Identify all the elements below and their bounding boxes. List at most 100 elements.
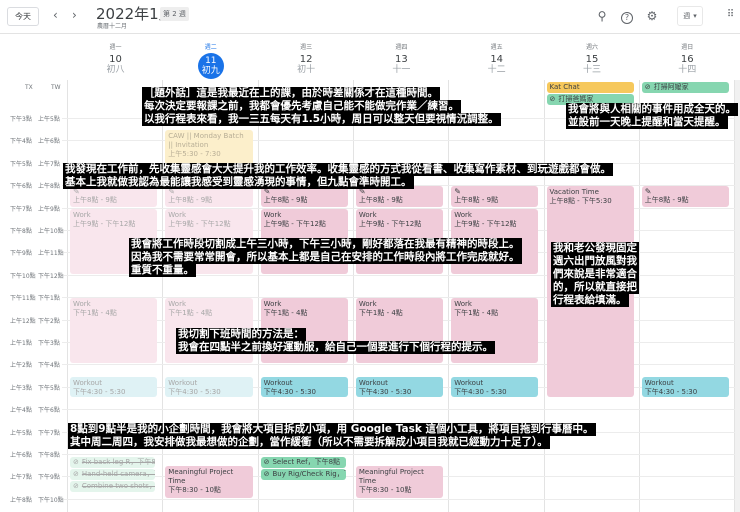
search-icon[interactable]: ⚲ [594, 9, 610, 23]
calendar-event[interactable]: Workout 下午4:30 - 5:30 [165, 376, 253, 397]
calendar-event[interactable]: Workout 下午4:30 - 5:30 [641, 376, 730, 397]
hour-line [62, 364, 735, 366]
day-header[interactable]: 週四 13 十一 [354, 42, 449, 75]
task-item[interactable]: ⊘ Select Ref，下午8點 [260, 457, 346, 468]
calendar-event[interactable]: Workout 下午4:30 - 5:30 [70, 376, 158, 397]
help-icon[interactable]: ? [619, 9, 635, 24]
day-of-week: 週一 [109, 44, 122, 51]
event-title: 打掃爸媽家 [558, 95, 594, 103]
time-label-tw: 上午7點 [38, 160, 60, 168]
day-header[interactable]: 週二 11 初九 [163, 42, 258, 79]
annotation-aside: ［題外話］這是我最近在上的課，由於時差關係才在這種時間。 每次決定要報課之前，我都… [142, 87, 501, 126]
task-item[interactable]: ⊘ Fix back leg R，下午8點 [70, 457, 156, 468]
calendar-event[interactable]: Work 下午1點 - 4點 [70, 298, 158, 364]
all-day-event[interactable]: ⊘ 打掃阿嬤家 [641, 82, 730, 93]
event-time: 下午4:30 - 5:30 [358, 387, 412, 396]
event-title: Kat Chat [549, 83, 580, 91]
lunar-month: 農曆十二月 [97, 23, 128, 30]
time-label-tw: 下午3點 [38, 340, 60, 347]
task-check-icon: ⊘ [73, 470, 79, 478]
task-item[interactable]: ⊘Hand-held camera，下午 [70, 469, 156, 480]
time-label-tx: 下午4點 [10, 138, 32, 146]
time-label-tx: 下午6點 [10, 183, 32, 191]
time-label-tx: 上午12點 [10, 317, 36, 325]
time-label-tw: 上午8點 [38, 183, 60, 191]
today-date-circle[interactable]: 11 初九 [197, 53, 224, 79]
time-label-tx: 上午8點 [10, 496, 32, 504]
task-title: Select Ref，下午8點 [272, 458, 341, 466]
time-label-tx: 下午10點 [10, 272, 36, 280]
calendar-event[interactable]: Meaningful Project Time 下午8:30 - 10點 [355, 466, 444, 498]
lunar-date: 十一 [392, 65, 411, 75]
time-label-tw: 上午9點 [38, 205, 60, 213]
time-label-tw: 上午5點 [38, 116, 60, 123]
week-badge: 第 2 週 [160, 7, 189, 21]
calendar-event[interactable]: Workout 下午4:30 - 5:30 [260, 376, 348, 397]
event-time: 下午1點 - 4點 [73, 309, 117, 318]
time-label-tw: 下午4點 [38, 362, 60, 370]
calendar-event[interactable]: ✎ 上午8點 - 9點 [641, 186, 730, 207]
calendar-event[interactable]: Workout 下午4:30 - 5:30 [451, 376, 539, 397]
day-header[interactable]: 週三 12 初十 [259, 42, 354, 75]
event-time: 上午9點 - 下午12點 [358, 219, 422, 228]
calendar-event[interactable]: Meaningful Project Time 下午8:30 - 10點 [165, 466, 253, 498]
event-time: 下午1點 - 4點 [454, 309, 499, 318]
event-time: 上午8點 - 9點 [73, 196, 117, 205]
event-title: Workout [168, 378, 198, 387]
task-item[interactable]: ⊘Buy Rig/Check Rig，下午 [260, 469, 346, 480]
event-title: Workout [358, 378, 388, 387]
time-label-tw: 上午11點 [38, 250, 64, 258]
annotation-planning: 8點到9點半是我的小企劃時間，我會將大項目拆成小項，用 Google Task … [68, 423, 596, 449]
hour-line [62, 454, 735, 455]
event-title: CAW || Monday Batch || Invitation [168, 132, 244, 150]
day-number: 16 [680, 54, 694, 65]
apps-grid-icon[interactable]: ⠿ [722, 9, 738, 20]
day-header[interactable]: 週日 16 十四 [640, 42, 735, 75]
annotation-people: 我會將與人相關的事件用成全天的。 並設前一天晚上提醒和當天提醒。 [566, 103, 738, 129]
today-button[interactable]: 今天 [7, 7, 39, 26]
scrollbar[interactable] [735, 80, 740, 512]
time-label-tw: 下午2點 [38, 317, 60, 325]
day-header[interactable]: 週六 15 十三 [545, 42, 640, 75]
day-header[interactable]: 週一 10 初八 [68, 42, 163, 75]
calendar-event[interactable]: ✎ 上午8點 - 9點 [260, 186, 348, 207]
time-label-tw: 下午6點 [38, 407, 60, 415]
hour-line [62, 409, 735, 411]
day-of-week: 週日 [681, 44, 694, 51]
all-day-event[interactable]: Kat Chat [546, 82, 634, 93]
task-title: Buy Rig/Check Rig，下午 [272, 470, 345, 478]
task-check-icon: ⊘ [549, 95, 556, 103]
gear-icon[interactable]: ⚙ [644, 9, 660, 23]
annotation-inspiration: 我發現在工作前，先收集靈感會大大提升我的工作效率。收集靈感的方式我從看書、收集寫… [63, 163, 613, 189]
event-title: Vacation Time [549, 188, 599, 197]
day-of-week: 週六 [585, 44, 598, 51]
chevron-right-icon[interactable]: › [72, 8, 77, 22]
day-number: 10 [109, 54, 122, 65]
event-time: 下午8:30 - 10點 [358, 486, 412, 495]
calendar-event[interactable]: ✎ 上午8點 - 9點 [70, 186, 158, 207]
calendar-event[interactable]: ✎ 上午8點 - 9點 [355, 186, 444, 207]
time-label-tw: 下午5點 [38, 384, 60, 392]
event-title: Work [454, 300, 472, 309]
day-number: 15 [585, 54, 599, 65]
task-item[interactable]: ⊘ Combine two shots，下 [70, 481, 156, 492]
chevron-left-icon[interactable]: ‹ [53, 8, 58, 22]
hour-line [62, 498, 735, 500]
event-title: Work [358, 300, 377, 309]
event-time: 下午4:30 - 5:30 [168, 387, 221, 396]
calendar-event[interactable]: ✎ 上午8點 - 9點 [165, 186, 253, 207]
view-select[interactable]: 週 ▾ [677, 6, 703, 26]
event-time: 上午9點 - 下午12點 [168, 219, 231, 228]
event-time: 上午5:30 - 7:30 [168, 150, 221, 159]
calendar-event[interactable]: ✎ 上午8點 - 9點 [451, 186, 539, 207]
lunar-date: 初九 [201, 66, 220, 76]
time-label-tx: 上午6點 [10, 452, 32, 459]
timezone-label-tw: TW [51, 84, 61, 91]
calendar-event[interactable]: Workout 下午4:30 - 5:30 [355, 376, 444, 397]
day-header[interactable]: 週五 14 十二 [449, 42, 544, 75]
event-title: Workout [644, 378, 674, 387]
event-title: 打掃阿嬤家 [653, 83, 689, 91]
event-title: Work [73, 300, 91, 309]
time-label-tw: 下午1點 [38, 295, 60, 303]
event-title: Work [168, 210, 187, 219]
